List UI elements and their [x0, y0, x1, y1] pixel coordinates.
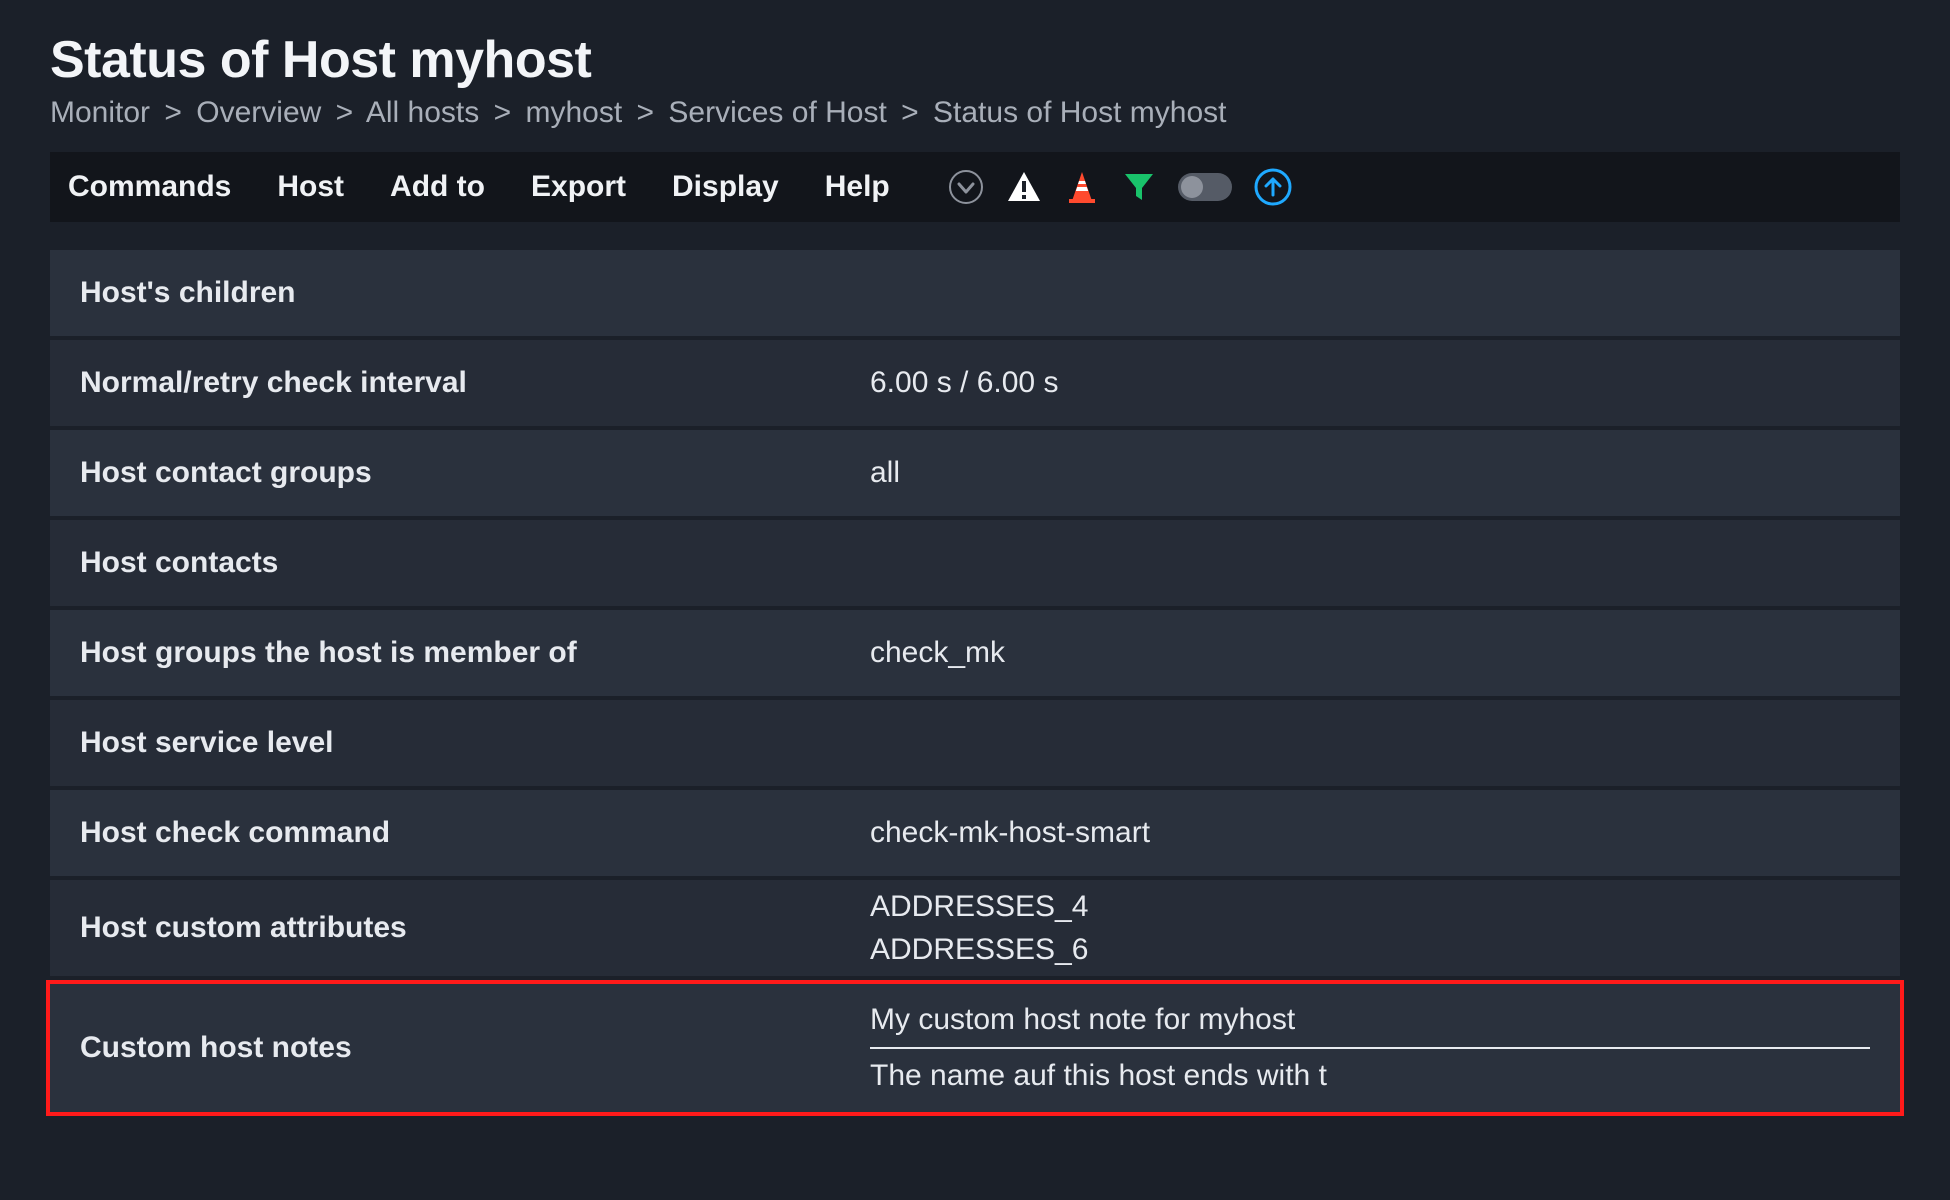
crumb-services-of-host[interactable]: Services of Host [668, 96, 886, 129]
row-value-custom-notes: My custom host note for myhost The name … [870, 993, 1870, 1103]
crumb-all-hosts[interactable]: All hosts [366, 96, 479, 129]
row-label-custom-notes: Custom host notes [80, 1031, 870, 1065]
crumb-overview[interactable]: Overview [196, 96, 321, 129]
menu-add-to[interactable]: Add to [390, 170, 485, 204]
table-row: Custom host notes My custom host note fo… [50, 984, 1900, 1112]
table-row: Host check command check-mk-host-smart [50, 790, 1900, 876]
row-label-service-level: Host service level [80, 726, 870, 760]
table-row: Host groups the host is member of check_… [50, 610, 1900, 696]
breadcrumb-sep: > [631, 96, 661, 129]
custom-attr-line: ADDRESSES_6 [870, 928, 1870, 972]
properties-table: Host's children Normal/retry check inter… [50, 250, 1900, 1116]
row-label-contact-groups: Host contact groups [80, 456, 870, 490]
row-value-custom-attrs: ADDRESSES_4 ADDRESSES_6 [870, 885, 1870, 972]
table-row: Host service level [50, 700, 1900, 786]
row-value-contact-groups: all [870, 456, 1870, 490]
warning-triangle-icon[interactable] [1006, 169, 1042, 205]
table-row: Host custom attributes ADDRESSES_4 ADDRE… [50, 880, 1900, 976]
row-label-host-children: Host's children [80, 276, 870, 310]
crumb-monitor[interactable]: Monitor [50, 96, 150, 129]
menu-host[interactable]: Host [277, 170, 344, 204]
row-value-check-command: check-mk-host-smart [870, 816, 1870, 850]
menu-help[interactable]: Help [825, 170, 890, 204]
breadcrumb[interactable]: Monitor > Overview > All hosts > myhost … [50, 96, 1900, 130]
crumb-status-of-host[interactable]: Status of Host myhost [933, 96, 1226, 129]
page-title: Status of Host myhost [50, 30, 1900, 90]
row-value-check-interval: 6.00 s / 6.00 s [870, 366, 1870, 400]
menu-commands[interactable]: Commands [68, 170, 231, 204]
table-row: Host's children [50, 250, 1900, 336]
menu-display[interactable]: Display [672, 170, 779, 204]
breadcrumb-sep: > [488, 96, 518, 129]
row-value-host-groups: check_mk [870, 636, 1870, 670]
breadcrumb-sep: > [330, 96, 360, 129]
funnel-icon[interactable] [1122, 170, 1156, 204]
menu-export[interactable]: Export [531, 170, 626, 204]
row-label-check-interval: Normal/retry check interval [80, 366, 870, 400]
menubar: Commands Host Add to Export Display Help [50, 152, 1900, 222]
custom-attr-line: ADDRESSES_4 [870, 885, 1870, 929]
row-label-host-groups: Host groups the host is member of [80, 636, 870, 670]
row-label-check-command: Host check command [80, 816, 870, 850]
table-row: Host contacts [50, 520, 1900, 606]
highlighted-row-custom-notes: Custom host notes My custom host note fo… [46, 980, 1904, 1116]
crumb-myhost[interactable]: myhost [525, 96, 622, 129]
table-row: Normal/retry check interval 6.00 s / 6.0… [50, 340, 1900, 426]
toggle-switch[interactable] [1178, 173, 1232, 201]
table-row: Host contact groups all [50, 430, 1900, 516]
traffic-cone-icon[interactable] [1064, 169, 1100, 205]
chevron-down-icon[interactable] [948, 169, 984, 205]
custom-note-line: My custom host note for myhost [870, 993, 1870, 1047]
breadcrumb-sep: > [158, 96, 188, 129]
row-label-contacts: Host contacts [80, 546, 870, 580]
breadcrumb-sep: > [895, 96, 925, 129]
row-label-custom-attrs: Host custom attributes [80, 911, 870, 945]
custom-note-line: The name auf this host ends with t [870, 1049, 1870, 1103]
arrow-up-circle-icon[interactable] [1254, 168, 1292, 206]
